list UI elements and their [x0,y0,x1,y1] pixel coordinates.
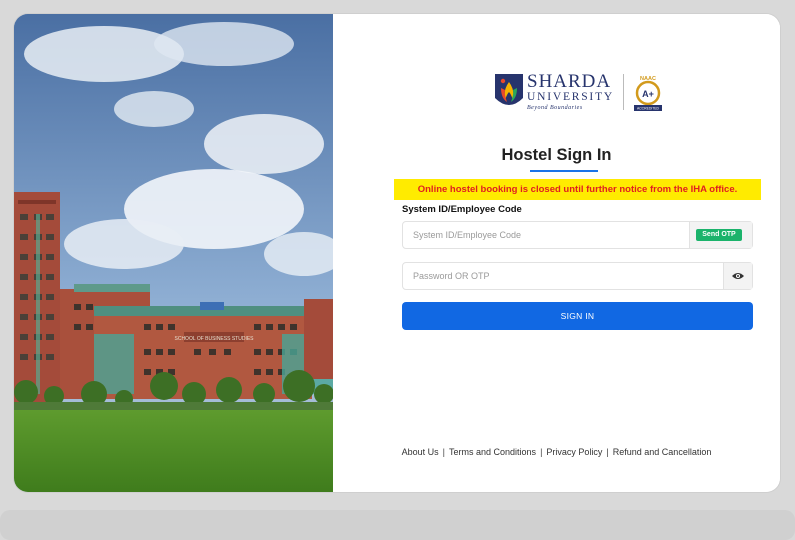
booking-closed-notice: Online hostel booking is closed until fu… [394,179,761,200]
footer-link-privacy[interactable]: Privacy Policy [546,447,602,457]
system-id-label: System ID/Employee Code [402,204,522,215]
logo-divider [623,74,624,110]
footer-link-about[interactable]: About Us [402,447,439,457]
campus-photo: SCHOOL OF BUSINESS STUDIES [14,14,333,492]
naac-badge-icon: NAAC A+ ACCREDITED [634,76,662,111]
send-otp-addon: Send OTP [689,222,752,248]
building-sign: SCHOOL OF BUSINESS STUDIES [175,336,255,342]
naac-accredited: ACCREDITED [637,107,660,111]
password-input[interactable]: Password OR OTP [402,262,753,290]
send-otp-button[interactable]: Send OTP [696,229,742,241]
bottom-bar [0,510,795,540]
brand-name: SHARDA [527,71,612,92]
page-title: Hostel Sign In [501,146,612,164]
password-placeholder: Password OR OTP [413,271,490,281]
title-underline [530,170,598,172]
system-id-placeholder: System ID/Employee Code [413,230,522,240]
footer-links: About Us | Terms and Conditions | Privacy Po… [333,447,780,457]
naac-grade: A+ [642,89,654,99]
login-card: SCHOOL OF BUSINESS STUDIES SHARDA UNIVER… [14,14,780,492]
footer-link-refund[interactable]: Refund and Cancellation [613,447,712,457]
brand-wordmark: SHARDA UNIVERSITY Beyond Boundaries [527,72,614,112]
naac-label: NAAC [640,76,656,82]
toggle-password-addon[interactable] [723,263,752,289]
eye-icon[interactable] [732,271,744,281]
brand-subtitle: UNIVERSITY [527,91,614,103]
university-logo: SHARDA UNIVERSITY Beyond Boundaries NAAC… [495,72,665,114]
sign-in-button[interactable]: SIGN IN [402,302,753,330]
browser-frame: SCHOOL OF BUSINESS STUDIES SHARDA UNIVER… [0,0,795,505]
footer-link-terms[interactable]: Terms and Conditions [449,447,536,457]
login-panel: SHARDA UNIVERSITY Beyond Boundaries NAAC… [333,14,780,492]
footer-separator: | [442,447,446,457]
system-id-input[interactable]: System ID/Employee Code Send OTP [402,221,753,249]
brand-tagline: Beyond Boundaries [527,105,583,111]
university-crest-icon [495,74,523,105]
footer-separator: | [606,447,609,457]
footer-separator: | [540,447,543,457]
